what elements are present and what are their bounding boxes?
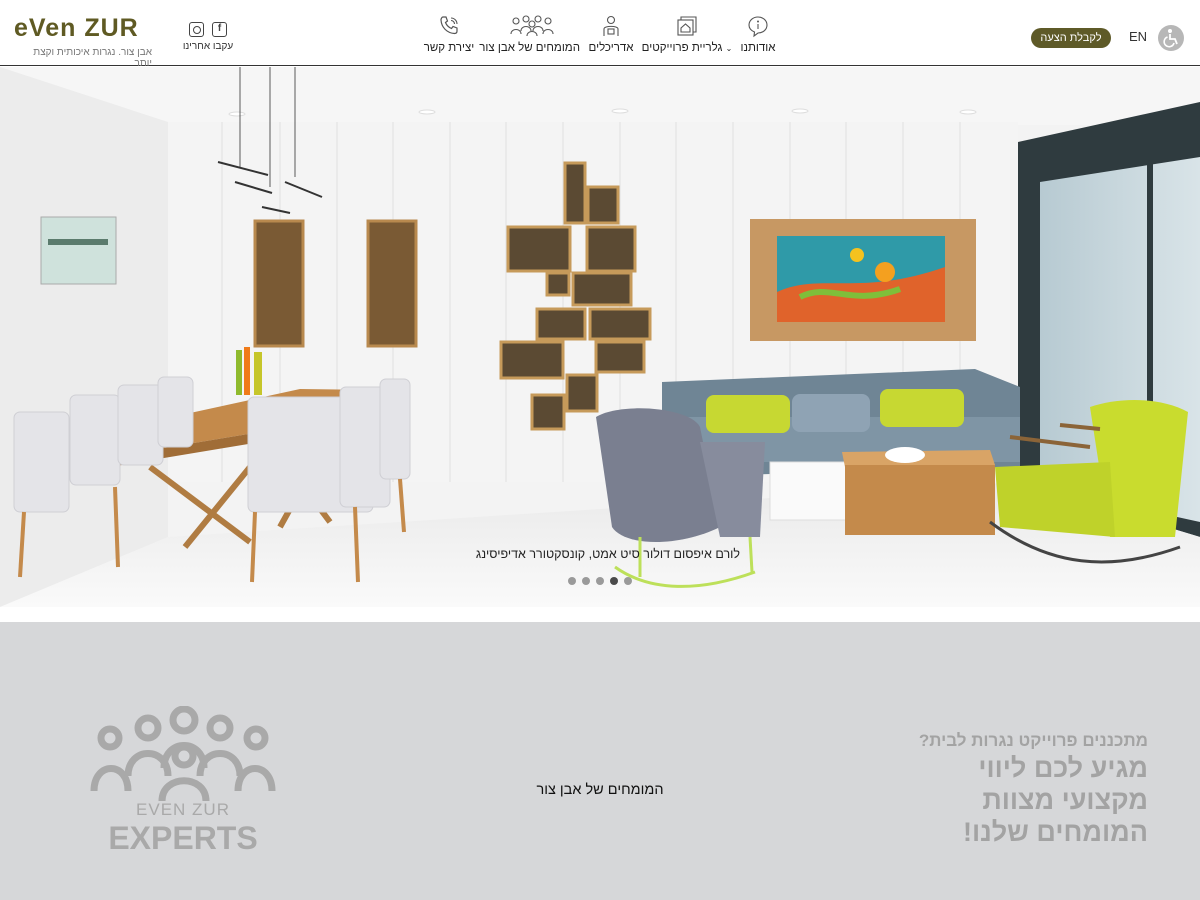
experts-slogan: מתכננים פרוייקט נגרות לבית? מגיע לכם ליו… [880,730,1148,848]
nav-label-gallery: ⌄ גלריית פרוייקטים [640,42,734,54]
nav-item-contact[interactable]: יצירת קשר [420,14,478,60]
architect-icon [603,15,619,36]
nav-label-gallery-text: גלריית פרוייקטים [641,42,723,54]
experts-logo-line1: EVEN ZUR [136,800,230,819]
people-icon [90,705,276,802]
nav-label-architects: אדריכלים [588,42,634,54]
page: eVen ZUR אבן צור. נגרות איכותית וקצת יות… [0,0,1200,900]
logo-wordmark: eVen ZUR [14,14,139,42]
slogan-question: מתכננים פרוייקט נגרות לבית? [918,731,1148,750]
experts-section: EVEN ZUR EXPERTS המומחים של אבן צור מתכנ… [0,622,1200,900]
phone-icon [440,16,458,35]
site-header: eVen ZUR אבן צור. נגרות איכותית וקצת יות… [0,0,1200,69]
nav-item-about[interactable]: אודותנו [738,14,778,60]
gallery-icon [677,16,697,36]
slider-pagination [568,577,632,585]
facebook-icon[interactable]: f [212,22,227,37]
wheelchair-icon [1163,29,1178,48]
info-icon [748,16,768,38]
hero-caption: לורם איפסום דולור סיט אמט, קונסקטורר אדי… [475,547,740,561]
experts-logo: EVEN ZUR EXPERTS [88,705,278,866]
chevron-down-icon: ⌄ [725,44,733,53]
social-follow: f עקבו אחרינו [180,22,236,58]
slogan-line: המומחים שלנו! [962,817,1148,847]
accessibility-button[interactable] [1158,25,1184,51]
site-logo[interactable]: eVen ZUR אבן צור. נגרות איכותית וקצת יות… [14,14,164,69]
people-icon [510,15,554,37]
instagram-icon[interactable] [189,22,204,37]
language-switch[interactable]: EN [1129,29,1147,44]
experts-logo-line2: EXPERTS [108,820,258,856]
slider-dot[interactable] [568,577,576,585]
get-quote-button[interactable]: לקבלת הצעה [1031,28,1111,48]
slogan-line: מגיע לכם ליווי [978,753,1148,783]
svg-text:eVen ZUR: eVen ZUR [14,14,139,42]
slider-dot-active[interactable] [610,577,618,585]
slogan-line: מקצועי מצוות [982,785,1148,815]
nav-item-experts[interactable]: המומחים של אבן צור [479,14,580,60]
follow-label: עקבו אחרינו [182,41,234,52]
nav-label-experts: המומחים של אבן צור [479,42,580,54]
slider-dot[interactable] [624,577,632,585]
slider-dot[interactable] [596,577,604,585]
slider-dot[interactable] [582,577,590,585]
hero-slider: לורם איפסום דולור סיט אמט, קונסקטורר אדי… [0,67,1200,607]
nav-label-about: אודותנו [740,42,776,54]
nav-item-architects[interactable]: אדריכלים [586,14,636,60]
nav-label-contact: יצירת קשר [423,42,475,54]
nav-item-gallery[interactable]: ⌄ גלריית פרוייקטים [640,14,734,60]
hero-image [0,67,1200,607]
logo-tagline: אבן צור. נגרות איכותית וקצת יותר [33,47,152,69]
experts-heading[interactable]: המומחים של אבן צור [500,782,700,798]
